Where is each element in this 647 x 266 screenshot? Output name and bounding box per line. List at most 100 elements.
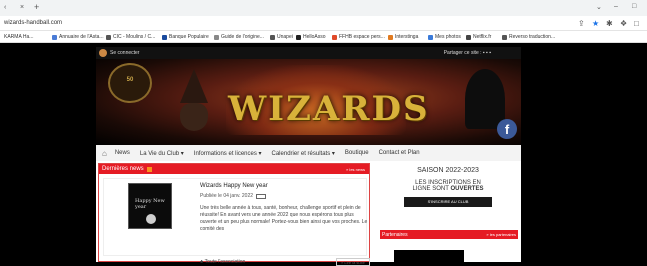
bookmark-icon [270,34,275,40]
logo-text: 50 [126,77,134,83]
author-name: Toute l'association [204,259,246,265]
user-avatar-icon [99,49,107,57]
site-title: WIZARDS [228,89,430,129]
bookmark-item[interactable]: Interstinga [388,34,418,40]
bookmark-icon [162,34,167,40]
registration-line2: LIGNE SONT OUVERTES [378,186,518,192]
minimize-icon[interactable]: ⌄ [596,3,602,11]
restore-icon[interactable]: – [614,3,618,10]
article-excerpt: Une très belle année à tous, santé, bonh… [200,205,368,232]
main-nav: ⌂ News La Vie du Club ▾ Informations et … [96,145,521,161]
article-thumbnail[interactable]: Happy New year [128,183,172,229]
partner-logo[interactable] [394,250,464,262]
witch-silhouette-image [465,69,505,129]
bookmark-icon [296,34,301,40]
login-link[interactable]: Se connecter [99,49,139,57]
latest-news-panel: Dernières news » les news Happy New year… [98,163,370,266]
bookmark-label: Netflix.fr [473,34,492,40]
site-banner[interactable]: 50 WIZARDS f [96,59,521,145]
bookmark-label: HelloAsso [303,34,326,40]
url-text[interactable]: wizards-handball.com [4,20,62,26]
bookmark-label: Annuaire de l'Asta... [59,34,104,40]
all-news-link[interactable]: » les news [346,167,365,172]
article-title[interactable]: Wizards Happy New year [200,183,268,189]
bookmark-icon [214,34,219,40]
bookmark-icon[interactable]: ❖ [620,19,627,28]
season-title: SAISON 2022-2023 [417,167,479,174]
article-author: ♣ Toute l'association [200,259,246,265]
back-tab-arrow-icon[interactable]: ‹ [4,4,6,11]
bookmark-item[interactable]: Annuaire de l'Asta... [52,34,104,40]
bookmark-icon [466,34,471,40]
all-partners-link[interactable]: » les partenaires [486,232,516,237]
bookmark-label: Mes photos [435,34,461,40]
bookmark-item[interactable]: Unapei [270,34,293,40]
registration-line2-prefix: LIGNE SONT [412,186,451,192]
close-tab-icon[interactable]: × [20,4,24,11]
bookmark-label: Interstinga [395,34,419,40]
article-date-text: Publiée le 04 janv. 2022 [200,193,254,199]
news-header: Dernières news » les news [99,164,369,174]
nav-item-calendar[interactable]: Calendrier et résultats ▾ [272,150,335,157]
read-more-button[interactable]: » Lire la suite [336,258,370,266]
news-article: Happy New year Wizards Happy New year Pu… [103,178,370,266]
bookmark-item[interactable]: Reverso traduction... [502,34,555,40]
login-label: Se connecter [110,50,140,56]
page-content: Dernières news » les news Happy New year… [96,161,521,266]
bookmark-item[interactable]: CIC - Moulins / C... [106,34,155,40]
rss-icon[interactable] [146,166,152,172]
share-site[interactable]: Partager ce site : ▪ ▪ ▪ [444,50,491,56]
bookmark-item[interactable]: Guide de l'origine... [214,34,264,40]
thumbnail-text: Happy New year [135,198,165,210]
bookmark-item[interactable]: FFHB espace pers... [332,34,385,40]
bookmark-item[interactable]: Netflix.fr [466,34,491,40]
bookmark-label: FFHB espace pers... [339,34,385,40]
facebook-icon[interactable]: f [497,119,517,139]
article-date: Publiée le 04 janv. 2022 [200,193,267,199]
browser-tab-strip: ‹ × + ⌄ – □ [0,0,647,16]
nav-item-news[interactable]: News [115,150,130,156]
bookmark-label: Reverso traduction... [509,34,556,40]
bookmark-label: Unapei [277,34,293,40]
bookmark-icon [332,34,337,40]
partners-heading: Partenaires [382,231,408,238]
partners-header: Partenaires » les partenaires [380,230,518,239]
club-50-years-logo[interactable]: 50 [108,63,152,103]
bookmark-icon [502,34,507,40]
bookmark-label: Banque Populaire [169,34,209,40]
bookmark-icon [388,34,393,40]
maximize-icon[interactable]: □ [632,3,636,10]
bookmark-label: CIC - Moulins / C... [113,34,156,40]
share-icon[interactable]: ⇪ [578,19,585,28]
nav-item-shop[interactable]: Boutique [345,150,369,156]
extensions-icon[interactable]: ✱ [606,19,613,28]
bookmark-item[interactable]: KARMA Ha... [4,34,33,40]
registration-open-text: OUVERTES [450,186,484,192]
address-bar[interactable]: wizards-handball.com ⇪ ★ ✱ ❖ □ [0,16,647,31]
website-viewport: Se connecter Partager ce site : ▪ ▪ ▪ 50… [0,43,647,266]
home-icon[interactable]: ⌂ [102,149,107,158]
nav-item-contact[interactable]: Contact et Plan [379,150,420,156]
bookmark-item[interactable]: Banque Populaire [162,34,209,40]
nav-item-club-life[interactable]: La Vie du Club ▾ [140,150,184,157]
bookmark-icon [52,34,57,40]
ornament-icon [146,214,156,224]
bookmark-label: Guide de l'origine... [221,34,264,40]
nav-item-licences[interactable]: Informations et licences ▾ [194,150,262,157]
bookmark-item[interactable]: HelloAsso [296,34,326,40]
share-label: Partager ce site : [443,50,482,56]
new-tab-button[interactable]: + [34,2,39,12]
comment-icon[interactable] [256,193,267,199]
news-heading: Dernières news [102,166,144,172]
star-icon[interactable]: ★ [592,19,599,28]
profile-icon[interactable]: □ [634,19,639,28]
bookmark-item[interactable]: Mes photos [428,34,461,40]
site-top-bar: Se connecter Partager ce site : ▪ ▪ ▪ [96,47,521,59]
register-button[interactable]: S'INSCRIRE AU CLUB [404,197,492,207]
partners-panel: Partenaires » les partenaires [380,230,518,262]
bookmark-icon [428,34,433,40]
bookmarks-bar: KARMA Ha... Annuaire de l'Asta... CIC - … [0,31,647,43]
bookmark-icon [106,34,111,40]
season-box: SAISON 2022-2023 LES INSCRIPTIONS EN LIG… [378,165,518,207]
wizard-hat-icon [180,69,208,103]
